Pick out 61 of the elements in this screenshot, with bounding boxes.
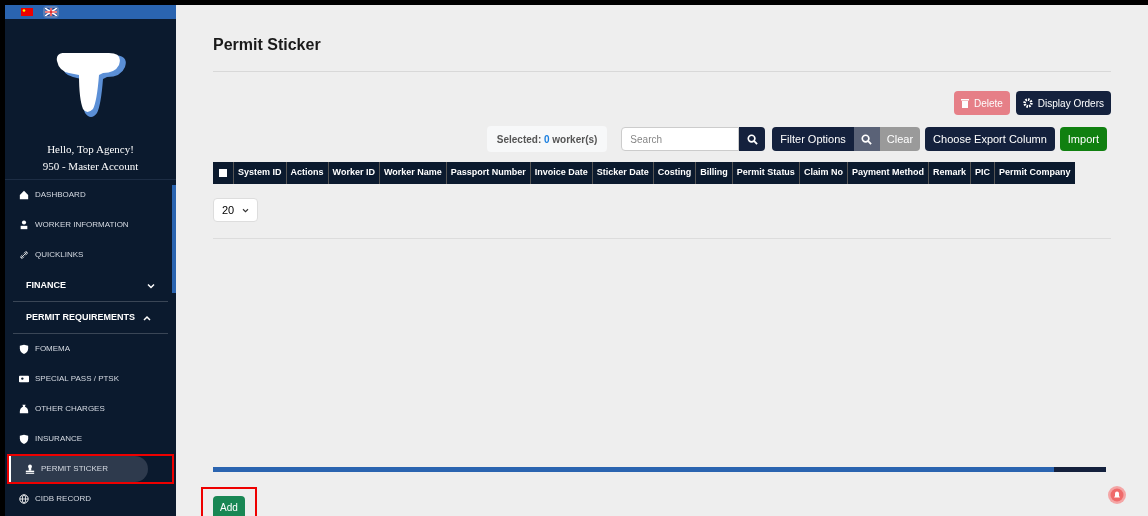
stamp-icon (25, 464, 35, 474)
column-header: Costing (652, 162, 696, 184)
column-header: Passport Number (445, 162, 530, 184)
column-header: Actions (285, 162, 328, 184)
sidebar-item[interactable]: FOMEMA (5, 336, 162, 362)
column-header: Permit Status (731, 162, 799, 184)
bag-icon (19, 404, 29, 414)
sidebar-item[interactable]: SPECIAL PASS / PTSK (5, 366, 162, 392)
search-button[interactable] (739, 127, 766, 151)
account-text: 950 - Master Account (41, 159, 140, 174)
column-header: Billing (695, 162, 732, 184)
flag-icon[interactable] (43, 6, 59, 18)
notification-icon[interactable] (1107, 485, 1127, 505)
gear-icon (1022, 98, 1033, 108)
worker-icon (19, 220, 29, 230)
sidebar-item[interactable]: WORKER INFORMATION (5, 212, 162, 238)
selected-count-label: Selected: 0 worker(s) (486, 126, 608, 152)
chevron-icon (147, 282, 155, 289)
trash-icon (960, 98, 969, 108)
shield-icon (19, 434, 29, 444)
horizontal-scrollbar[interactable] (213, 467, 1106, 472)
filter-search-button[interactable] (853, 127, 880, 151)
chevron-icon (242, 207, 250, 213)
greeting-text: Hello, Top Agency! (46, 142, 135, 157)
scrollbar[interactable] (172, 185, 176, 293)
home-icon (19, 190, 29, 200)
column-header: Sticker Date (591, 162, 653, 184)
column-header: Permit Company (993, 162, 1075, 184)
shield-icon (19, 344, 29, 354)
import-button[interactable]: Import (1059, 127, 1107, 151)
chevron-icon (143, 314, 151, 321)
page-size-select[interactable]: 20 (213, 198, 259, 222)
column-header: Claim No (798, 162, 847, 184)
add-button[interactable]: Add (213, 495, 245, 516)
search-icon (746, 133, 758, 145)
column-header: Worker ID (327, 162, 379, 184)
globe-icon (19, 494, 29, 504)
search-field[interactable]: Search (621, 127, 740, 151)
sidebar-item[interactable]: DASHBOARD (5, 182, 162, 208)
column-header: Remark (927, 162, 970, 184)
search-icon (861, 133, 873, 145)
sidebar-section[interactable]: PERMIT REQUIREMENTS (13, 302, 168, 334)
sidebar-item[interactable]: PERMIT STICKER (9, 456, 148, 482)
flag-icon[interactable] (19, 6, 35, 18)
page-title: Permit Sticker (213, 33, 1111, 72)
sidebar-item[interactable]: OTHER CHARGES (5, 396, 162, 422)
column-header: Invoice Date (529, 162, 592, 184)
card-icon (19, 374, 29, 384)
sidebar-item[interactable]: INSURANCE (5, 426, 162, 452)
sidebar-item[interactable]: CIDB RECORD (5, 486, 162, 512)
column-header: PIC (969, 162, 994, 184)
column-header: Worker Name (378, 162, 446, 184)
export-column-button[interactable]: Choose Export Column (925, 127, 1055, 151)
sidebar-section[interactable]: FINANCE (13, 270, 168, 302)
display-orders-button[interactable]: Display Orders (1015, 91, 1111, 115)
sidebar-item[interactable]: QUICKLINKS (5, 242, 162, 268)
column-header: System ID (233, 162, 286, 184)
select-all-checkbox[interactable] (219, 169, 227, 177)
column-header: Payment Method (846, 162, 928, 184)
link-icon (19, 250, 29, 260)
filter-options-button[interactable]: Filter Options (772, 127, 854, 151)
